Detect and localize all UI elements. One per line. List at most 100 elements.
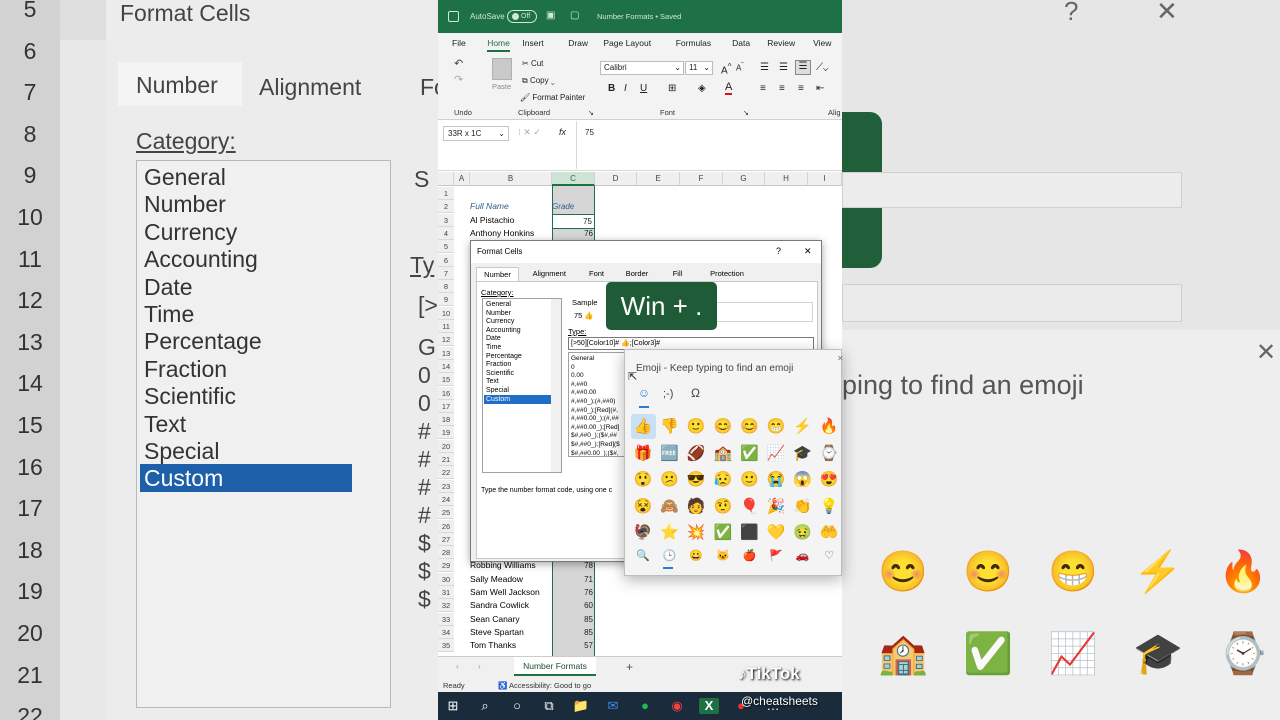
- grade-cell[interactable]: 57: [552, 639, 595, 652]
- italic-button[interactable]: I: [624, 83, 627, 94]
- orientation-icon[interactable]: ⟋⌄: [816, 62, 828, 73]
- dialog-tab-font[interactable]: Font: [580, 267, 614, 281]
- table-row[interactable]: Sam Well Jackson: [470, 586, 540, 599]
- emoji-item[interactable]: 💛: [766, 523, 786, 543]
- emoji-item[interactable]: 💡: [819, 497, 839, 517]
- type-item[interactable]: $#,##0.00_);($#,: [571, 450, 619, 456]
- row-header[interactable]: 21: [438, 453, 454, 466]
- taskbar-start-icon[interactable]: ⊞: [443, 698, 463, 714]
- emoji-item[interactable]: 🙂: [686, 417, 706, 437]
- table-row[interactable]: Sandra Cowlick: [470, 599, 529, 612]
- emoji-item[interactable]: 👏: [793, 497, 813, 517]
- redo-icon[interactable]: ↷: [454, 73, 463, 86]
- table-row[interactable]: Full Name: [470, 200, 509, 213]
- emoji-item[interactable]: 📈: [766, 444, 786, 464]
- row-header[interactable]: 18: [438, 413, 454, 427]
- emoji-item[interactable]: 😥: [713, 470, 733, 490]
- emoji-item[interactable]: 🏈: [686, 444, 706, 464]
- menu-tab-review[interactable]: Review: [767, 38, 795, 48]
- emoji-item[interactable]: 🦃: [633, 523, 653, 543]
- row-header[interactable]: 29: [438, 559, 454, 573]
- row-header[interactable]: 24: [438, 492, 454, 506]
- taskbar-mail-icon[interactable]: ✉: [603, 698, 623, 714]
- fill-color-icon[interactable]: ◈: [698, 83, 706, 94]
- menu-tab-insert[interactable]: Insert: [522, 38, 543, 48]
- menu-tab-formulas[interactable]: Formulas: [676, 38, 711, 48]
- row-header[interactable]: 3: [438, 213, 454, 227]
- row-header[interactable]: 31: [438, 586, 454, 599]
- type-item[interactable]: 0.00: [571, 372, 584, 379]
- table-row[interactable]: Sean Canary: [470, 613, 520, 626]
- row-header[interactable]: 33: [438, 612, 454, 626]
- column-header-f[interactable]: F: [680, 172, 723, 186]
- font-size-select[interactable]: 11 ⌄: [685, 61, 713, 75]
- formula-cancel-icon[interactable]: ⁝ ✕ ✓: [518, 127, 541, 138]
- tab-symbols[interactable]: Ω: [691, 386, 700, 400]
- row-header[interactable]: 16: [438, 386, 454, 400]
- row-header[interactable]: 22: [438, 466, 454, 480]
- accessibility-status[interactable]: ♿ Accessibility: Good to go: [498, 681, 591, 690]
- borders-icon[interactable]: ⊞: [668, 83, 676, 94]
- table-row[interactable]: Sally Meadow: [470, 573, 523, 586]
- row-header[interactable]: 9: [438, 293, 454, 307]
- column-header-a[interactable]: A: [454, 172, 470, 186]
- emoji-item[interactable]: 🎈: [739, 497, 759, 517]
- row-header[interactable]: 20: [438, 439, 454, 453]
- paste-icon[interactable]: [492, 58, 512, 80]
- menu-tab-draw[interactable]: Draw: [568, 38, 588, 48]
- emoji-item[interactable]: 😎: [686, 470, 706, 490]
- align-bottom-icon[interactable]: ☰: [795, 60, 811, 75]
- row-header[interactable]: 34: [438, 625, 454, 639]
- type-item[interactable]: #,##0.00_);[Red]: [571, 424, 619, 431]
- row-header[interactable]: 19: [438, 426, 454, 440]
- scroll-left-icon[interactable]: ‹: [456, 662, 459, 671]
- emoji-item[interactable]: 🎉: [766, 497, 786, 517]
- indent-icon[interactable]: ⇤: [816, 83, 824, 94]
- emoji-item[interactable]: 👎: [660, 417, 680, 437]
- row-header[interactable]: 12: [438, 333, 454, 347]
- dialog-launcher-icon[interactable]: ↘: [588, 109, 594, 117]
- dialog-tab-alignment[interactable]: Alignment: [521, 267, 578, 281]
- type-item[interactable]: #,##0: [571, 381, 587, 388]
- row-header[interactable]: 15: [438, 373, 454, 387]
- emoji-item[interactable]: 🤢: [793, 523, 813, 543]
- emoji-category-travel-icon[interactable]: 🚗: [793, 546, 813, 566]
- category-item[interactable]: Custom: [484, 394, 551, 404]
- tab-kaomoji[interactable]: ;-): [663, 388, 673, 400]
- grade-cell[interactable]: 76: [552, 586, 595, 599]
- close-button[interactable]: ✕: [804, 246, 812, 257]
- grade-cell[interactable]: 85: [552, 626, 595, 639]
- type-item[interactable]: $#,##0_);($#,##: [571, 432, 617, 439]
- emoji-item[interactable]: 👍: [633, 417, 653, 437]
- insert-function-button[interactable]: fx: [559, 127, 566, 137]
- dialog-tab-fill[interactable]: Fill: [661, 267, 695, 281]
- emoji-category-food-icon[interactable]: 🍎: [739, 546, 759, 566]
- menu-tab-file[interactable]: File: [452, 38, 466, 48]
- column-header-d[interactable]: D: [595, 172, 637, 186]
- emoji-item[interactable]: ⬛: [739, 523, 759, 543]
- row-header[interactable]: 2: [438, 200, 454, 214]
- row-header[interactable]: 30: [438, 572, 454, 586]
- row-header[interactable]: 13: [438, 346, 454, 360]
- taskbar-search-icon[interactable]: ⌕: [475, 698, 495, 714]
- emoji-item[interactable]: 🆓: [660, 444, 680, 464]
- emoji-item[interactable]: 🎁: [633, 444, 653, 464]
- font-name-select[interactable]: Calibri ⌄: [600, 61, 684, 75]
- row-header[interactable]: 14: [438, 359, 454, 373]
- table-row[interactable]: Steve Spartan: [470, 626, 524, 639]
- type-item[interactable]: #,##0_);(#,##0): [571, 398, 615, 405]
- row-header[interactable]: 23: [438, 479, 454, 493]
- taskbar-excel-icon[interactable]: X: [699, 698, 719, 714]
- row-header[interactable]: 32: [438, 599, 454, 613]
- emoji-category-search-icon[interactable]: 🔍: [633, 546, 653, 566]
- save-icon[interactable]: ▣: [546, 10, 555, 21]
- taskbar-task-view-icon[interactable]: ⧉: [539, 698, 559, 714]
- emoji-item[interactable]: 😱: [793, 470, 813, 490]
- menu-tab-data[interactable]: Data: [732, 38, 750, 48]
- grade-cell[interactable]: 85: [552, 613, 595, 626]
- table-row[interactable]: Anthony Honkins: [470, 227, 534, 240]
- type-list[interactable]: General 0 0.00 #,##0 #,##0.00 #,##0_);(#,##0)…: [568, 352, 628, 457]
- menu-tab-home[interactable]: Home: [487, 38, 510, 52]
- row-header[interactable]: 27: [438, 532, 454, 546]
- emoji-item[interactable]: 😍: [819, 470, 839, 490]
